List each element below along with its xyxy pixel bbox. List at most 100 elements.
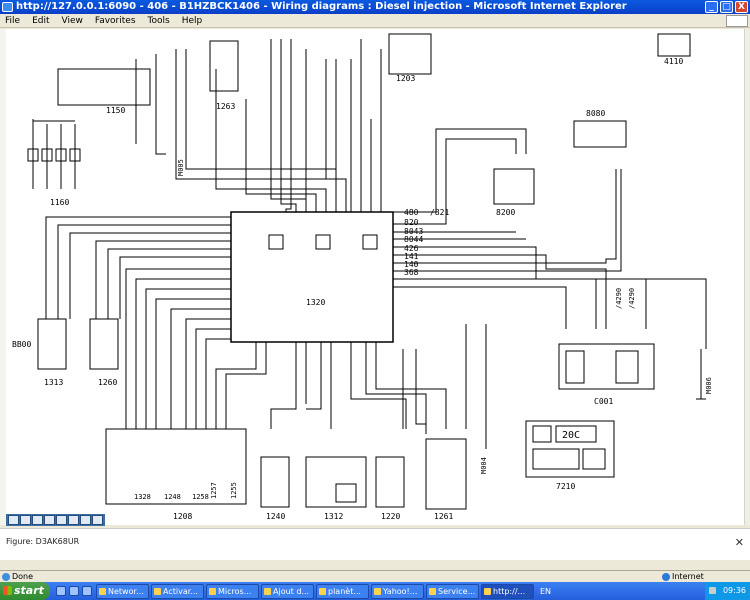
- menu-file[interactable]: File: [5, 14, 20, 27]
- menu-tools[interactable]: Tools: [148, 14, 170, 27]
- task-activar[interactable]: Activar...: [151, 583, 204, 599]
- language-indicator[interactable]: EN: [540, 587, 551, 596]
- window-title: http://127.0.0.1:6090 - 406 - B1HZBCK140…: [16, 1, 627, 12]
- task-label: Micros...: [218, 586, 252, 596]
- component-1240: [260, 456, 290, 508]
- app-icon: [209, 587, 216, 595]
- label-1150: 1150: [106, 106, 125, 115]
- taskbar: start Networ... Activar... Micros... Ajo…: [0, 582, 750, 600]
- task-ie-active[interactable]: http://...: [481, 583, 534, 599]
- start-button[interactable]: start: [0, 582, 50, 600]
- wire-4290-a: /4290: [615, 288, 623, 309]
- minimize-button[interactable]: _: [705, 1, 718, 13]
- quicklaunch-desktop-icon[interactable]: [69, 586, 79, 596]
- figure-caption: Figure: D3AK68UR ✕: [0, 528, 750, 560]
- label-1257: 1257: [210, 482, 218, 499]
- menu-help[interactable]: Help: [182, 14, 203, 27]
- wire-821: /821: [430, 208, 449, 217]
- zoom-out-icon[interactable]: [32, 515, 43, 525]
- task-service[interactable]: Service...: [426, 583, 479, 599]
- label-1240: 1240: [266, 512, 285, 521]
- wire-480: 480: [404, 208, 419, 217]
- diagram-toolbar: [6, 514, 105, 526]
- quick-launch: [56, 586, 92, 596]
- app-icon: [264, 587, 271, 595]
- copy-icon[interactable]: [68, 515, 79, 525]
- label-7210: 7210: [556, 482, 575, 491]
- window-titlebar: http://127.0.0.1:6090 - 406 - B1HZBCK140…: [0, 0, 750, 14]
- app-icon: [99, 587, 106, 595]
- close-button[interactable]: X: [735, 1, 748, 13]
- ecu-icon-b: [315, 234, 331, 250]
- label-1203: 1203: [396, 74, 415, 83]
- task-yahoo[interactable]: Yahoo!...: [371, 583, 424, 599]
- windows-logo-icon: [3, 586, 12, 595]
- close-icon[interactable]: ✕: [735, 536, 744, 549]
- save-icon[interactable]: [80, 515, 91, 525]
- app-icon: [154, 587, 161, 595]
- maximize-button[interactable]: □: [720, 1, 733, 13]
- wire-8044: 8044: [404, 235, 423, 244]
- component-4110: [657, 33, 691, 57]
- component-1260: [89, 318, 119, 370]
- wiring-diagram[interactable]: 1320 1150 1263 1203 4110 1160 8080 8200: [6, 29, 744, 525]
- vertical-scrollbar[interactable]: [744, 29, 750, 525]
- task-planete[interactable]: planèt...: [316, 583, 369, 599]
- ground-m006: M006: [705, 377, 713, 394]
- component-8080: [573, 120, 627, 148]
- ecu-icon-c: [362, 234, 378, 250]
- component-1261: [425, 438, 467, 510]
- label-8080: 8080: [586, 109, 605, 118]
- menu-bar: File Edit View Favorites Tools Help: [0, 14, 750, 28]
- label-1263: 1263: [216, 102, 235, 111]
- label-1312: 1312: [324, 512, 343, 521]
- app-icon: [319, 587, 326, 595]
- task-network[interactable]: Networ...: [96, 583, 149, 599]
- label-bb00: BB00: [12, 340, 31, 349]
- component-1203: [388, 33, 432, 75]
- task-micros[interactable]: Micros...: [206, 583, 259, 599]
- task-label: Ajout d...: [273, 586, 310, 596]
- zoom-in-icon[interactable]: [20, 515, 31, 525]
- task-label: http://...: [493, 586, 526, 596]
- select-icon[interactable]: [8, 515, 19, 525]
- mail-icon[interactable]: [92, 515, 103, 525]
- label-8200: 8200: [496, 208, 515, 217]
- quicklaunch-media-icon[interactable]: [82, 586, 92, 596]
- task-label: Networ...: [108, 586, 144, 596]
- menu-edit[interactable]: Edit: [32, 14, 49, 27]
- label-1160: 1160: [50, 198, 69, 207]
- app-icon: [484, 587, 491, 595]
- label-1258: 1258: [192, 493, 209, 501]
- task-label: Yahoo!...: [383, 586, 418, 596]
- ie-icon: [2, 2, 13, 12]
- print-icon[interactable]: [56, 515, 67, 525]
- component-1313: [37, 318, 67, 370]
- tray-icon[interactable]: [708, 587, 716, 594]
- wire-820: 820: [404, 218, 419, 227]
- windows-flag-icon: [726, 15, 748, 27]
- label-4110: 4110: [664, 57, 683, 66]
- label-1208: 1208: [173, 512, 192, 521]
- clock: 09:36: [722, 586, 746, 595]
- label-1320: 1320: [306, 298, 325, 307]
- fit-icon[interactable]: [44, 515, 55, 525]
- label-c001: C001: [594, 397, 613, 406]
- app-icon: [429, 587, 436, 595]
- label-1328: 1328: [134, 493, 151, 501]
- component-1220: [375, 456, 405, 508]
- label-1248: 1248: [164, 493, 181, 501]
- quicklaunch-ie-icon[interactable]: [56, 586, 66, 596]
- status-bar: Done Internet: [0, 570, 750, 582]
- start-label: start: [14, 584, 44, 597]
- menu-view[interactable]: View: [62, 14, 83, 27]
- component-1263: [209, 40, 239, 92]
- lcd-display: 20C: [562, 430, 580, 441]
- label-1261: 1261: [434, 512, 453, 521]
- menu-favorites[interactable]: Favorites: [95, 14, 136, 27]
- task-ajout[interactable]: Ajout d...: [261, 583, 314, 599]
- label-1220: 1220: [381, 512, 400, 521]
- wire-368: 368: [404, 268, 419, 277]
- ecu-1320-box: [230, 211, 394, 343]
- component-8200: [493, 168, 535, 205]
